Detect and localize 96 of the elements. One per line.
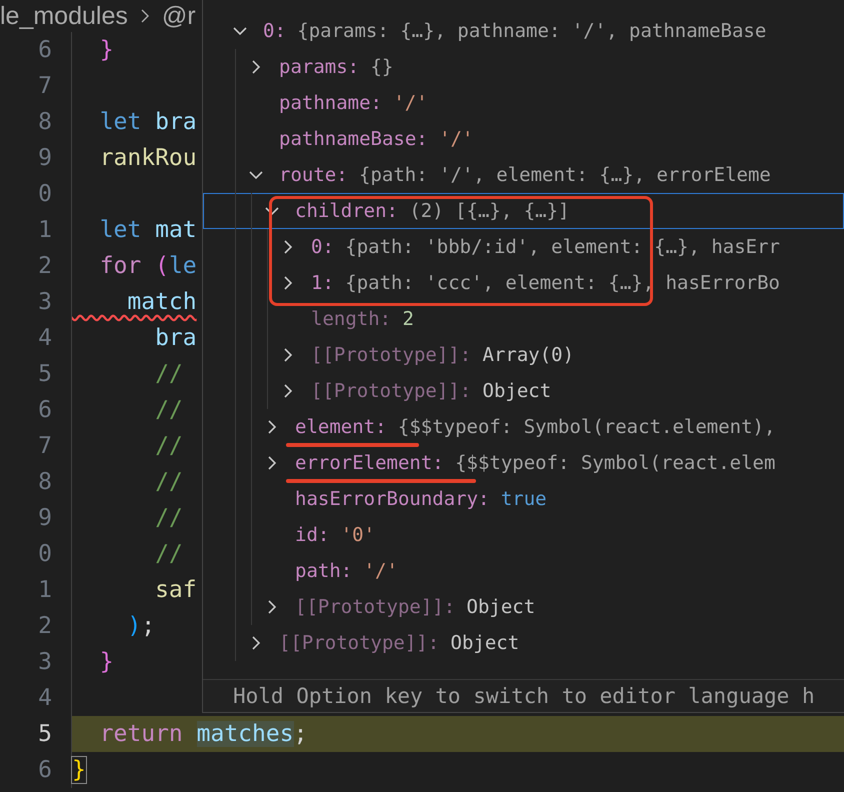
property-name: [[Prototype]]: bbox=[311, 344, 472, 366]
line-number: 6 bbox=[37, 37, 52, 63]
tree-row[interactable]: [[Prototype]]: Array(0) bbox=[203, 337, 844, 373]
line-number: 4 bbox=[37, 685, 52, 711]
line-number: 1 bbox=[37, 217, 52, 243]
property-value: true bbox=[500, 488, 547, 510]
code-line: return matches; bbox=[98, 721, 308, 747]
breadcrumb-segment[interactable]: @r bbox=[162, 1, 196, 31]
code-line: // bbox=[154, 505, 183, 531]
line-number: 5 bbox=[37, 721, 52, 747]
property-value: (2) [{…}, {…}] bbox=[409, 200, 570, 222]
code-line: rankRou bbox=[98, 145, 197, 171]
hover-hint: Hold Option key to switch to editor language h bbox=[233, 684, 815, 708]
code-line: // bbox=[154, 469, 183, 495]
tree-row[interactable]: params: {} bbox=[203, 49, 844, 85]
code-line: let mat bbox=[98, 217, 197, 243]
line-number: 1 bbox=[37, 577, 52, 603]
tree-row[interactable]: pathname: '/' bbox=[203, 85, 844, 121]
tree-row[interactable]: element: {$$typeof: Symbol(react.element), bbox=[203, 409, 844, 445]
property-value: {path: '/', element: {…}, errorEleme bbox=[359, 164, 771, 186]
code-line: // bbox=[154, 361, 183, 387]
property-name: route: bbox=[279, 164, 348, 186]
tree-row[interactable]: route: {path: '/', element: {…}, errorEleme bbox=[203, 157, 844, 193]
tree-row[interactable]: children: (2) [{…}, {…}] bbox=[203, 193, 844, 229]
property-value: Array(0) bbox=[482, 344, 574, 366]
tree-row[interactable]: pathnameBase: '/' bbox=[203, 121, 844, 157]
property-name: path: bbox=[295, 560, 352, 582]
property-value: {params: {…}, pathname: '/', pathnameBase bbox=[297, 20, 766, 42]
property-name: element: bbox=[295, 416, 387, 438]
line-number: 2 bbox=[37, 613, 52, 639]
code-line: let bra bbox=[98, 109, 197, 135]
property-name: 1: bbox=[311, 272, 334, 294]
property-name: params: bbox=[279, 56, 360, 78]
property-value: {path: 'bbb/:id', element: {…}, hasErr bbox=[345, 236, 780, 258]
tree-row[interactable]: [[Prototype]]: Object bbox=[203, 625, 844, 661]
property-name: pathnameBase: bbox=[279, 128, 428, 150]
code-line: } bbox=[72, 757, 86, 783]
code-line: ); bbox=[126, 613, 156, 639]
code-line: match bbox=[126, 289, 197, 315]
line-number: 0 bbox=[37, 181, 52, 207]
line-number: 2 bbox=[37, 253, 52, 279]
property-value: 2 bbox=[402, 308, 414, 330]
property-name: 0: bbox=[263, 20, 286, 42]
property-value: '0' bbox=[340, 524, 376, 546]
line-number: 7 bbox=[37, 73, 52, 99]
line-number: 0 bbox=[37, 541, 52, 567]
property-value: '/' bbox=[439, 128, 474, 150]
line-number: 7 bbox=[37, 433, 52, 459]
tree-row[interactable]: id: '0' bbox=[203, 517, 844, 553]
property-value: '/' bbox=[393, 92, 428, 114]
line-number: 9 bbox=[37, 145, 52, 171]
tree-row[interactable]: length: 2 bbox=[203, 301, 844, 337]
line-number: 6 bbox=[37, 397, 52, 423]
property-name: 0: bbox=[311, 236, 334, 258]
property-value: Object bbox=[482, 380, 552, 402]
line-number: 6 bbox=[37, 757, 52, 783]
tree-row[interactable]: hasErrorBoundary: true bbox=[203, 481, 844, 517]
code-line: for (le bbox=[98, 253, 197, 279]
property-name: [[Prototype]]: bbox=[279, 632, 440, 654]
property-name: length: bbox=[311, 308, 392, 330]
property-value: {} bbox=[370, 56, 394, 78]
property-value: '/' bbox=[364, 560, 398, 582]
code-line: } bbox=[98, 649, 114, 675]
tree-row[interactable]: 0: {params: {…}, pathname: '/', pathnameBase bbox=[203, 13, 844, 49]
code-line: bra bbox=[154, 325, 197, 351]
property-value: Object bbox=[466, 596, 536, 618]
property-name: pathname: bbox=[279, 92, 382, 114]
line-number: 8 bbox=[37, 109, 52, 135]
tree-row[interactable]: path: '/' bbox=[203, 553, 844, 589]
property-name: id: bbox=[295, 524, 330, 546]
tree-row[interactable]: [[Prototype]]: Object bbox=[203, 589, 844, 625]
line-number: 9 bbox=[37, 505, 52, 531]
breadcrumb-segment[interactable]: le_modules bbox=[0, 1, 128, 31]
line-number: 4 bbox=[37, 325, 52, 351]
property-name: errorElement: bbox=[295, 452, 444, 474]
property-name: hasErrorBoundary: bbox=[295, 488, 490, 510]
property-value: {path: 'ccc', element: {…}, hasErrorBo bbox=[345, 272, 780, 294]
property-name: [[Prototype]]: bbox=[295, 596, 456, 618]
property-value: {$$typeof: Symbol(react.elem bbox=[455, 452, 776, 474]
code-line: saf bbox=[154, 577, 197, 603]
code-line: // bbox=[154, 397, 183, 423]
property-name: [[Prototype]]: bbox=[311, 380, 472, 402]
tree-row[interactable]: [[Prototype]]: Object bbox=[203, 373, 844, 409]
property-value: {$$typeof: Symbol(react.element), bbox=[398, 416, 776, 438]
code-line: } bbox=[98, 37, 114, 63]
code-line: // bbox=[154, 541, 183, 567]
tree-row[interactable]: 1: {path: 'ccc', element: {…}, hasErrorBo bbox=[203, 265, 844, 301]
property-value: Object bbox=[450, 632, 520, 654]
tree-row[interactable]: errorElement: {$$typeof: Symbol(react.elem bbox=[203, 445, 844, 481]
tree-row[interactable]: 0: {path: 'bbb/:id', element: {…}, hasErr bbox=[203, 229, 844, 265]
line-number: 8 bbox=[37, 469, 52, 495]
line-number: 3 bbox=[37, 289, 52, 315]
property-name: children: bbox=[295, 200, 398, 222]
line-number: 5 bbox=[37, 361, 52, 387]
line-number: 3 bbox=[37, 649, 52, 675]
code-line: // bbox=[154, 433, 183, 459]
